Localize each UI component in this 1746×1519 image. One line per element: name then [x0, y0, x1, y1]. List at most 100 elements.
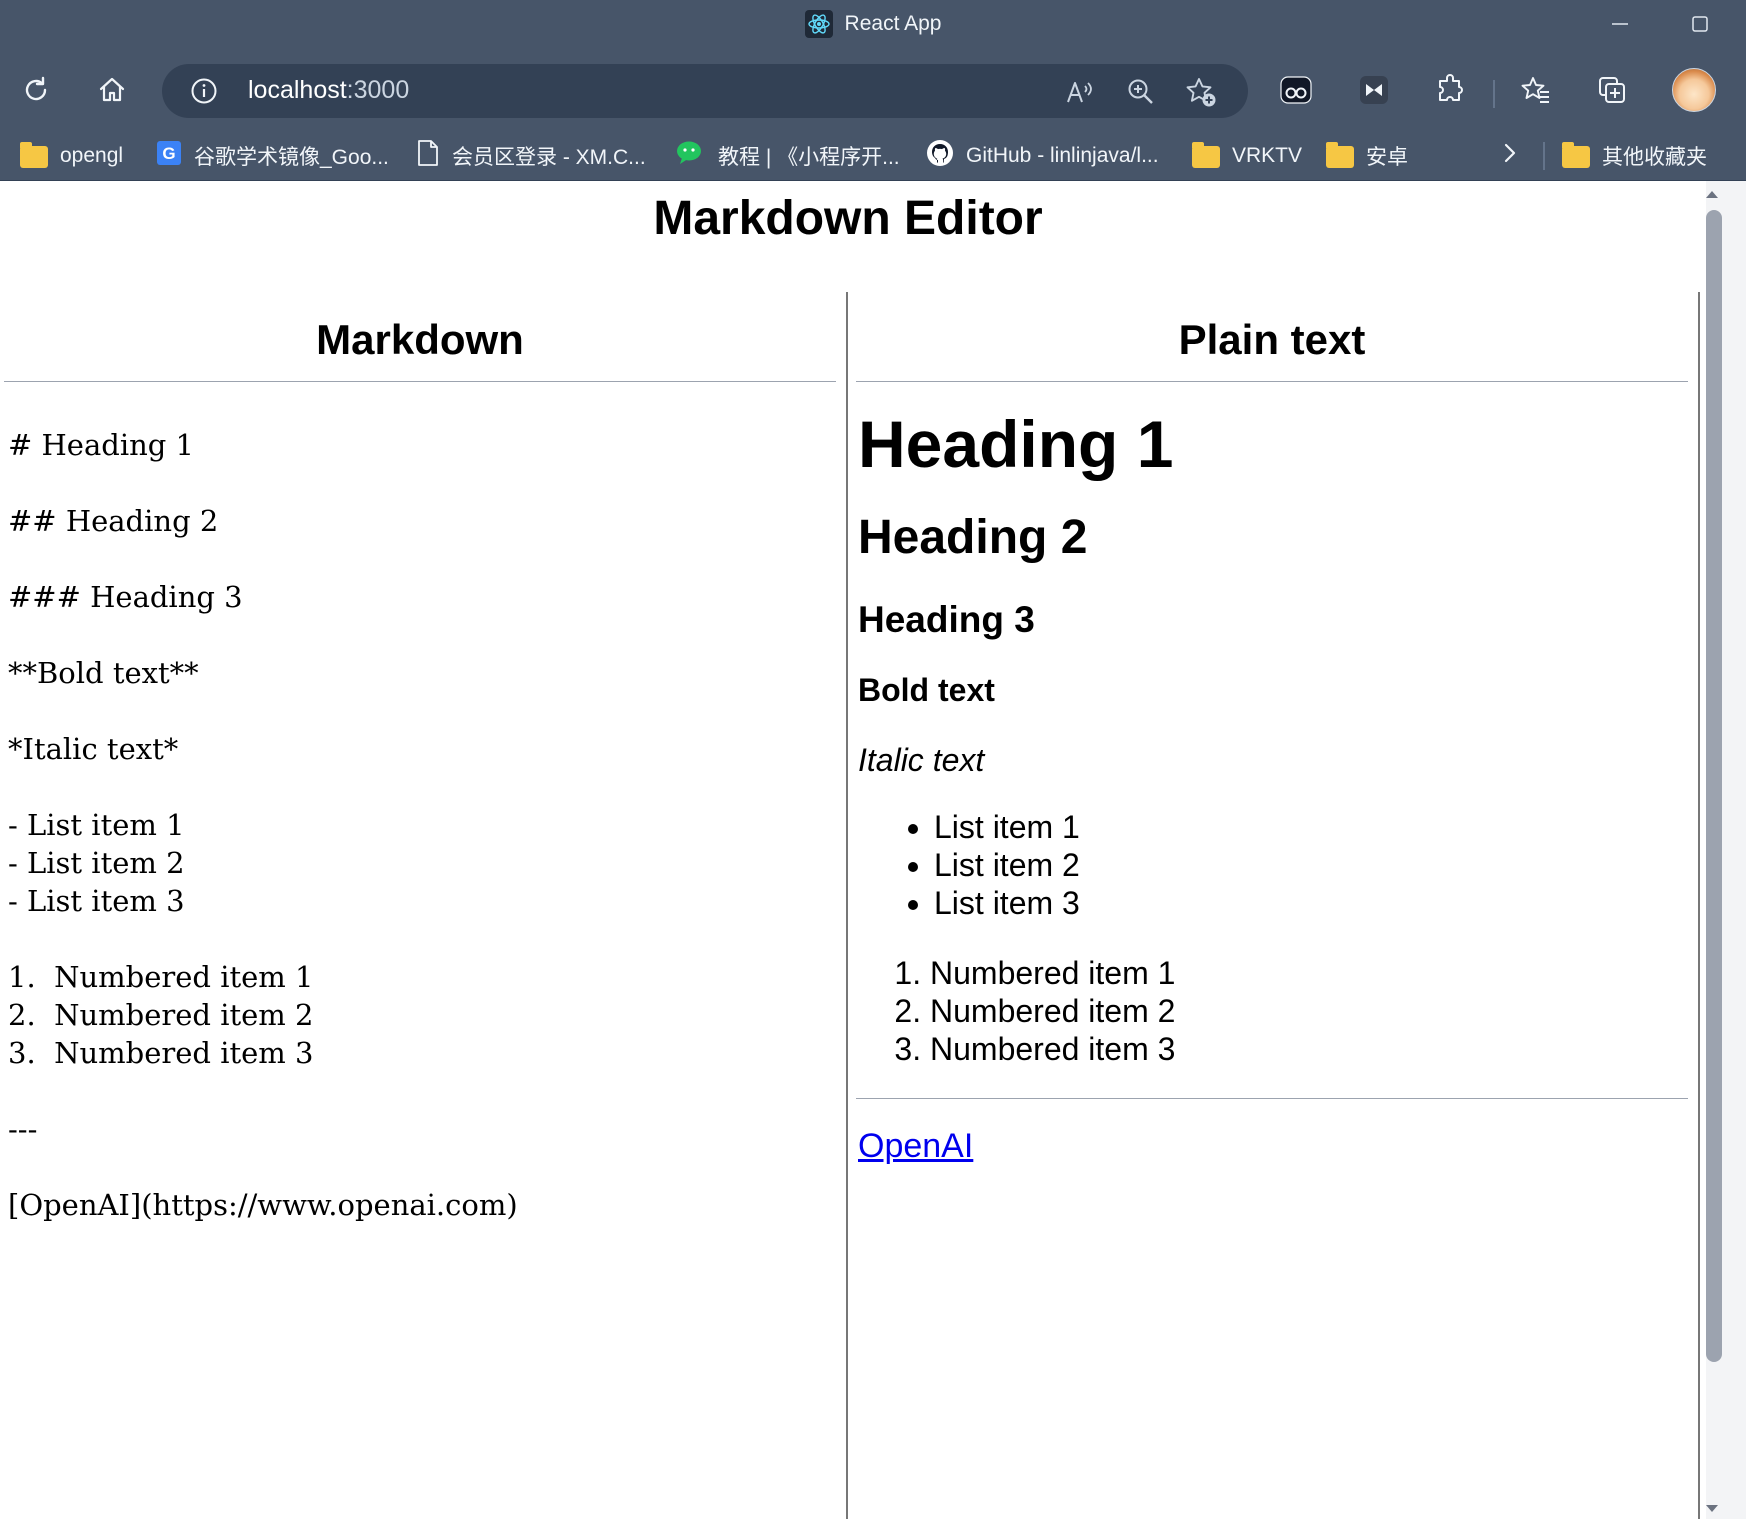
wechat-icon: [676, 140, 706, 172]
folder-icon: [1562, 142, 1590, 168]
google-scholar-icon: G: [156, 140, 182, 172]
scrollbar-thumb[interactable]: [1706, 210, 1722, 1362]
bookmark-other-favorites[interactable]: 其他收藏夹: [1562, 132, 1707, 180]
list-item: Numbered item 2: [930, 992, 1688, 1030]
list-item: Numbered item 1: [930, 954, 1688, 992]
bookmark-label: 教程 | 《小程序开...: [718, 146, 900, 169]
window-title: React App: [844, 12, 942, 35]
minimize-button[interactable]: [1600, 8, 1640, 40]
preview-heading-3: Heading 3: [858, 599, 1035, 640]
scroll-up-arrow-icon[interactable]: [1705, 186, 1719, 202]
preview-pane-border: [1698, 292, 1700, 1519]
bookmark-label: 安卓: [1366, 146, 1408, 169]
preview-heading-rule: [856, 381, 1688, 382]
markdown-line: - List item 2: [8, 846, 185, 880]
profile-avatar[interactable]: [1672, 68, 1716, 112]
site-info-icon[interactable]: [190, 77, 218, 105]
address-bar[interactable]: localhost:3000: [162, 64, 1248, 118]
markdown-pane-heading: Markdown: [316, 316, 524, 363]
bookmark-opengl[interactable]: opengl: [20, 132, 123, 180]
chevron-right-icon: [1500, 141, 1520, 171]
folder-icon: [1192, 142, 1220, 168]
bookmarks-bar: opengl G 谷歌学术镜像_Goo... 会员区登录 - XM.C... 教…: [0, 132, 1746, 181]
markdown-line: [8, 540, 518, 578]
markdown-line: - List item 3: [8, 884, 185, 918]
folder-icon: [20, 142, 48, 168]
github-icon: [926, 139, 954, 173]
add-favorite-icon[interactable]: [1184, 75, 1218, 109]
extension-eyes-icon[interactable]: [1274, 68, 1318, 112]
markdown-line: 1. Numbered item 1: [8, 960, 314, 994]
react-logo-icon: [804, 10, 833, 38]
home-icon[interactable]: [90, 68, 134, 112]
markdown-line: [8, 616, 518, 654]
markdown-line: [8, 920, 518, 958]
bookmarks-more-button[interactable]: [1500, 132, 1520, 180]
browser-toolbar: localhost:3000: [0, 48, 1746, 132]
preview-heading-2: Heading 2: [858, 511, 1088, 564]
list-item: List item 1: [934, 808, 1688, 846]
preview-pane-heading: Plain text: [1178, 316, 1366, 363]
extension-bowtie-icon[interactable]: [1352, 68, 1396, 112]
list-item: Numbered item 3: [930, 1030, 1688, 1068]
zoom-icon[interactable]: [1124, 75, 1158, 109]
title-bar: React App: [0, 0, 1746, 48]
markdown-line: [8, 464, 518, 502]
svg-text:G: G: [162, 144, 175, 163]
list-item: List item 3: [934, 884, 1688, 922]
refresh-icon[interactable]: [14, 68, 58, 112]
bookmark-vrktv[interactable]: VRKTV: [1192, 132, 1302, 180]
toolbar-separator: [1493, 80, 1495, 108]
url-port: :3000: [346, 76, 410, 104]
preview-italic-text: Italic text: [858, 742, 985, 778]
list-item: List item 2: [934, 846, 1688, 884]
page-viewport: Markdown Editor Markdown Plain text # He…: [0, 181, 1706, 1519]
preview-bullet-list: List item 1 List item 2 List item 3: [858, 808, 1688, 922]
bookmark-label: GitHub - linlinjava/l...: [966, 144, 1159, 167]
preview-bold-text: Bold text: [858, 672, 995, 708]
preview-heading-1: Heading 1: [858, 407, 1174, 481]
collections-icon[interactable]: [1590, 68, 1634, 112]
markdown-line: [OpenAI](https://www.openai.com): [8, 1188, 518, 1222]
url-text[interactable]: localhost:3000: [248, 76, 409, 105]
bookmark-label: 会员区登录 - XM.C...: [452, 146, 646, 169]
openai-link[interactable]: OpenAI: [858, 1127, 973, 1165]
bookmark-google-scholar[interactable]: G 谷歌学术镜像_Goo...: [156, 132, 389, 180]
bookmark-xm-login[interactable]: 会员区登录 - XM.C...: [416, 132, 646, 180]
bookmark-github[interactable]: GitHub - linlinjava/l...: [926, 132, 1159, 180]
preview-numbered-list: Numbered item 1 Numbered item 2 Numbered…: [858, 954, 1688, 1068]
markdown-line: *Italic text*: [8, 732, 179, 766]
markdown-input[interactable]: # Heading 1 ## Heading 2 ### Heading 3 **Bo…: [8, 426, 518, 1224]
extensions-icon[interactable]: [1428, 68, 1472, 112]
markdown-heading-rule: [4, 381, 836, 382]
bookmark-label: VRKTV: [1232, 144, 1303, 167]
favorites-icon[interactable]: [1514, 68, 1558, 112]
preview-horizontal-rule: [856, 1098, 1688, 1099]
url-host: localhost: [248, 76, 347, 104]
markdown-line: [8, 768, 518, 806]
markdown-line: # Heading 1: [8, 428, 195, 462]
bookmark-miniprogram-tutorial[interactable]: 教程 | 《小程序开...: [676, 132, 900, 180]
bookmark-android[interactable]: 安卓: [1326, 132, 1408, 180]
markdown-line: 3. Numbered item 3: [8, 1036, 314, 1070]
markdown-preview: Heading 1 Heading 2 Heading 3 Bold text …: [856, 406, 1688, 1166]
bookmark-label: 其他收藏夹: [1602, 146, 1707, 169]
markdown-line: [8, 1072, 518, 1110]
page-title: Markdown Editor: [653, 192, 1043, 245]
read-aloud-icon[interactable]: [1062, 75, 1096, 109]
folder-icon: [1326, 142, 1354, 168]
scroll-down-arrow-icon[interactable]: [1705, 1501, 1719, 1517]
markdown-line: ---: [8, 1112, 38, 1146]
pane-divider: [846, 292, 848, 1519]
bookmarks-separator: [1543, 142, 1545, 170]
markdown-line: ### Heading 3: [8, 580, 243, 614]
markdown-line: 2. Numbered item 2: [8, 998, 314, 1032]
bookmark-label: opengl: [60, 144, 124, 167]
markdown-line: **Bold text**: [8, 656, 199, 690]
markdown-line: - List item 1: [8, 808, 185, 842]
markdown-line: ## Heading 2: [8, 504, 219, 538]
window-title-group: React App: [0, 8, 1746, 40]
document-icon: [416, 139, 440, 173]
markdown-line: [8, 1148, 518, 1186]
maximize-button[interactable]: [1680, 8, 1720, 40]
